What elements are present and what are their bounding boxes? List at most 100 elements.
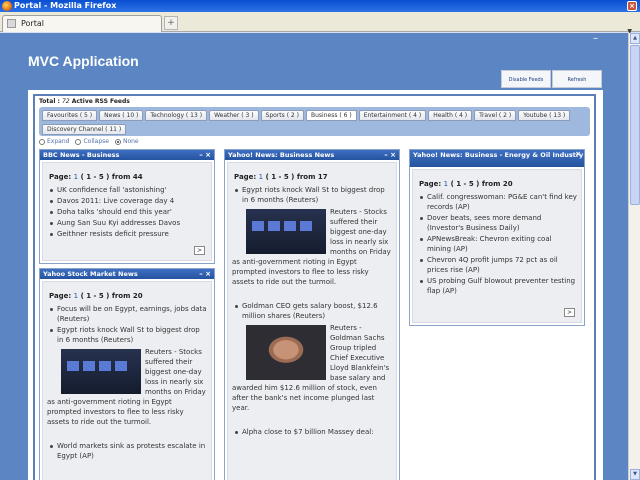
pager-from: from 44 [111, 173, 143, 181]
category-tab[interactable]: News ( 10 ) [99, 110, 144, 121]
pager-page-link[interactable]: 1 [259, 173, 263, 181]
window-close-button[interactable]: × [627, 1, 637, 11]
widget-pager: Page: 1 ( 1 - 5 ) from 20 [419, 180, 577, 188]
widget-pager: Page: 1 ( 1 - 5 ) from 20 [49, 292, 207, 300]
disable-feeds-button[interactable]: Disable Feeds [501, 70, 551, 88]
story-thumbnail[interactable] [61, 349, 141, 394]
pager-range: ( 1 - 5 ) [80, 173, 110, 181]
category-tab[interactable]: Travel ( 2 ) [474, 110, 517, 121]
feed-item[interactable]: Alpha close to $7 billion Massey deal: [232, 427, 392, 437]
story-thumbnail[interactable] [246, 209, 326, 254]
widget-title: Yahoo! News: Business - Energy & Oil Ind… [413, 151, 584, 159]
radio-none-label: None [122, 138, 139, 145]
category-tab[interactable]: Business ( 6 ) [306, 110, 357, 121]
feed-item[interactable]: APNewsBreak: Chevron exiting coal mining… [419, 234, 577, 254]
feed-item[interactable]: UK confidence fall 'astonishing' [49, 185, 207, 195]
total-feeds: Total : 72 Active RSS Feeds [39, 98, 130, 105]
feed-item[interactable]: Goldman CEO gets salary boost, $12.6 mil… [232, 301, 392, 321]
category-tab[interactable]: Technology ( 13 ) [145, 110, 208, 121]
category-tab[interactable]: Health ( 4 ) [428, 110, 473, 121]
feed-widget-bbc: BBC News - Business – × Page: 1 ( 1 - 5 … [39, 149, 215, 264]
firefox-icon [2, 1, 12, 11]
category-tab[interactable]: Discovery Channel ( 11 ) [42, 124, 127, 135]
feed-actions: Disable Feeds Refresh [500, 70, 602, 88]
feed-item[interactable]: US probing Gulf blowout preventer testin… [419, 276, 577, 296]
total-suffix: Active RSS Feeds [71, 98, 130, 105]
page-scrollbar[interactable]: ▲ ▼ [628, 33, 640, 480]
widget-title: Yahoo! News: Business News [228, 151, 335, 159]
new-tab-button[interactable]: + [164, 16, 178, 30]
widget-pager: Page: 1 ( 1 - 5 ) from 44 [49, 173, 207, 181]
category-tab[interactable]: Sports ( 2 ) [260, 110, 305, 121]
radio-expand[interactable]: Expand [39, 138, 69, 145]
widget-body: Page: 1 ( 1 - 5 ) from 44 UK confidence … [42, 162, 212, 261]
feed-item[interactable]: Dover beats, sees more demand (Investor'… [419, 213, 577, 233]
feed-widget-stock: Yahoo Stock Market News – × Page: 1 ( 1 … [39, 268, 215, 480]
feed-item-list: Calif. congresswoman: PG&E can't find ke… [417, 192, 577, 296]
widget-header[interactable]: Yahoo! News: Business - Energy & Oil Ind… [410, 150, 584, 167]
scrollbar-thumb[interactable] [630, 45, 640, 205]
pager-from: from 20 [111, 292, 143, 300]
feed-item[interactable]: Davos 2011: Live coverage day 4 [49, 196, 207, 206]
radio-none[interactable]: None [114, 138, 139, 145]
scroll-down-arrow-icon[interactable]: ▼ [630, 469, 640, 480]
widget-header[interactable]: Yahoo Stock Market News – × [40, 269, 214, 279]
trading-floor-image [246, 209, 326, 254]
scroll-up-arrow-icon[interactable]: ▲ [630, 33, 640, 44]
radio-dot[interactable] [75, 138, 82, 145]
refresh-button[interactable]: Refresh [552, 70, 602, 88]
feed-story: Reuters - Goldman Sachs Group tripled Ch… [232, 323, 392, 413]
widget-body: Page: 1 ( 1 - 5 ) from 20 Focus will be … [42, 281, 212, 480]
pager-page-link[interactable]: 1 [74, 173, 78, 181]
category-tab[interactable]: Youtube ( 13 ) [518, 110, 571, 121]
radio-collapse-label: Collapse [83, 138, 109, 145]
radio-expand-label: Expand [47, 138, 70, 145]
feed-item[interactable]: Egypt riots knock Wall St to biggest dro… [232, 185, 392, 205]
browser-tab-label: Portal [21, 19, 44, 28]
view-options: Expand Collapse None [39, 138, 139, 145]
trading-floor-image [61, 349, 141, 394]
app-title: MVC Application [28, 53, 139, 69]
pager-range: ( 1 - 5 ) [450, 180, 480, 188]
feed-item[interactable]: World markets sink as protests escalate … [47, 441, 207, 461]
feed-story: Reuters - Stocks suffered their biggest … [47, 347, 207, 427]
widget-controls[interactable]: – × [569, 150, 581, 158]
widget-pager: Page: 1 ( 1 - 5 ) from 17 [234, 173, 392, 181]
pager-page-link[interactable]: 1 [444, 180, 448, 188]
next-page-button[interactable]: > [194, 246, 205, 255]
category-tab[interactable]: Entertainment ( 4 ) [358, 110, 427, 121]
feed-item[interactable]: Egypt riots knock Wall St to biggest dro… [49, 325, 207, 345]
widget-controls[interactable]: – × [199, 269, 211, 279]
widget-controls[interactable]: – × [384, 150, 396, 160]
feed-item[interactable]: Aung San Suu Kyi addresses Davos [49, 218, 207, 228]
page-icon [7, 19, 16, 28]
pager-page-link[interactable]: 1 [74, 292, 78, 300]
widget-title: Yahoo Stock Market News [43, 270, 138, 278]
pager-from: from 17 [296, 173, 328, 181]
feed-item[interactable]: Doha talks 'should end this year' [49, 207, 207, 217]
story-thumbnail[interactable] [246, 325, 326, 380]
feed-item[interactable]: Calif. congresswoman: PG&E can't find ke… [419, 192, 577, 212]
widget-body: Page: 1 ( 1 - 5 ) from 17 Egypt riots kn… [227, 162, 397, 480]
browser-tabstrip: Portal + ▼ [0, 12, 640, 35]
next-page-button[interactable]: > [564, 308, 575, 317]
pager-label: Page: [234, 173, 257, 181]
feed-item[interactable]: Geithner resists deficit pressure [49, 229, 207, 239]
category-tab[interactable]: Favourites ( 5 ) [42, 110, 98, 121]
radio-dot-selected[interactable] [114, 138, 121, 145]
feed-story: Reuters - Stocks suffered their biggest … [232, 207, 392, 287]
browser-tab-portal[interactable]: Portal [2, 15, 162, 32]
radio-collapse[interactable]: Collapse [75, 138, 109, 145]
feed-item[interactable]: Focus will be on Egypt, earnings, jobs d… [49, 304, 207, 324]
total-count: 72 [61, 98, 70, 105]
pager-label: Page: [419, 180, 442, 188]
pager-range: ( 1 - 5 ) [265, 173, 295, 181]
widget-header[interactable]: Yahoo! News: Business News – × [225, 150, 399, 160]
page-content: – MVC Application Disable Feeds Refresh … [0, 33, 628, 480]
widget-header[interactable]: BBC News - Business – × [40, 150, 214, 160]
category-tabs: Favourites ( 5 ) News ( 10 ) Technology ( … [39, 107, 590, 136]
radio-dot[interactable] [39, 138, 45, 145]
widget-controls[interactable]: – × [199, 150, 211, 160]
category-tab[interactable]: Weather ( 3 ) [209, 110, 259, 121]
feed-item[interactable]: Chevron 4Q profit jumps 72 pct as oil pr… [419, 255, 577, 275]
